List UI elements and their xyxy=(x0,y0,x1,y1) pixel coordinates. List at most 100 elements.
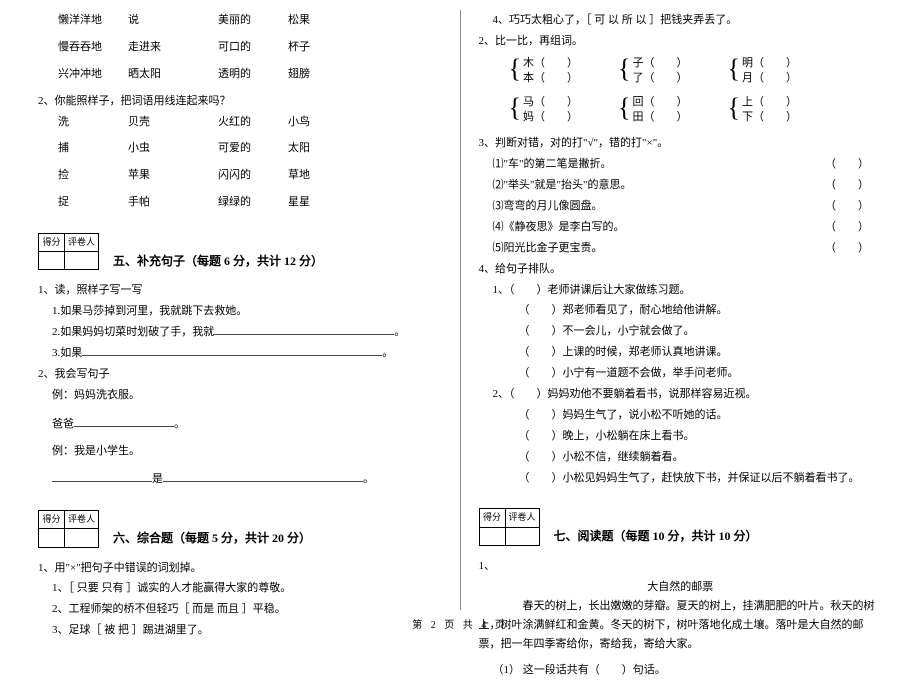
char: 下（ ） xyxy=(742,110,797,125)
score-cell xyxy=(479,527,505,545)
section-5-title: 五、补充句子（每题 6 分，共计 12 分） xyxy=(113,250,323,275)
pair: {子（ ）了（ ） xyxy=(618,56,687,87)
paren: （ ） xyxy=(822,154,872,175)
char: 妈（ ） xyxy=(523,110,578,125)
text: ⑴"车"的第二笔是撇折。 xyxy=(493,154,612,175)
section-6-title: 六、综合题（每题 5 分，共计 20 分） xyxy=(113,527,311,552)
word-row-1: 慢吞吞地 走进来 可口的 杯子 xyxy=(58,37,442,58)
text: 3.如果 xyxy=(52,347,82,359)
cell: 火红的 xyxy=(218,112,288,133)
cell: 贝壳 xyxy=(128,112,218,133)
paren: （ ） xyxy=(822,217,872,238)
brace-icon: { xyxy=(509,56,521,87)
cell: 美丽的 xyxy=(218,10,288,31)
read-num: 1、 xyxy=(479,556,883,577)
cell: 可爱的 xyxy=(218,138,288,159)
match-row-1: 捕 小虫 可爱的 太阳 xyxy=(58,138,442,159)
char: 木（ ） xyxy=(523,56,578,71)
score-cell xyxy=(39,252,65,270)
cell: 晒太阳 xyxy=(128,64,218,85)
q5-2-shi: 是。 xyxy=(52,469,442,490)
section-6-header: 得分评卷人 六、综合题（每题 5 分，共计 20 分） xyxy=(38,500,442,551)
blank xyxy=(163,469,363,482)
sort-item: （ ）上课的时候，郑老师认真地讲课。 xyxy=(519,342,883,363)
q6-1-1: 1、［ 只要 只有 ］诚实的人才能赢得大家的尊敬。 xyxy=(52,578,442,599)
grader-label: 评卷人 xyxy=(65,234,99,252)
text: 是 xyxy=(152,473,163,485)
paren: （ ） xyxy=(822,238,872,259)
text: 爸爸 xyxy=(52,418,74,430)
blank xyxy=(82,343,382,356)
cell: 杯子 xyxy=(288,37,348,58)
cell: 慢吞吞地 xyxy=(58,37,128,58)
score-label: 得分 xyxy=(39,234,65,252)
cell: 闪闪的 xyxy=(218,165,288,186)
q6-1: 1、用"×"把句子中错误的词划掉。 xyxy=(38,558,442,579)
sort-item: （ ）晚上，小松躺在床上看书。 xyxy=(519,426,883,447)
word-row-0: 懒洋洋地 说 美丽的 松果 xyxy=(58,10,442,31)
cell: 走进来 xyxy=(128,37,218,58)
score-label: 得分 xyxy=(39,511,65,529)
match-row-2: 捡 苹果 闪闪的 草地 xyxy=(58,165,442,186)
left-column: 懒洋洋地 说 美丽的 松果 慢吞吞地 走进来 可口的 杯子 兴冲冲地 晒太阳 透… xyxy=(20,10,461,610)
r-q2-head: 2、比一比，再组词。 xyxy=(479,31,883,52)
blank xyxy=(214,322,394,335)
paren: （ ） xyxy=(822,196,872,217)
text: ⑵"举头"就是"抬头"的意思。 xyxy=(493,175,632,196)
judge-item: ⑴"车"的第二笔是撇折。 （ ） xyxy=(493,154,883,175)
cell: 翅膀 xyxy=(288,64,348,85)
score-box: 得分评卷人 xyxy=(38,233,99,270)
paren: （ ） xyxy=(822,175,872,196)
section-5-header: 得分评卷人 五、补充句子（每题 6 分，共计 12 分） xyxy=(38,223,442,274)
sort-1: 1、（ ）老师讲课后让大家做练习题。 xyxy=(493,280,883,301)
sort-item: （ ）小松见妈妈生气了，赶快放下书，并保证以后不躺着看书了。 xyxy=(519,468,883,489)
word-row-2: 兴冲冲地 晒太阳 透明的 翅膀 xyxy=(58,64,442,85)
cell: 星星 xyxy=(288,192,348,213)
pair: {明（ ）月（ ） xyxy=(727,56,796,87)
read-q1: （1） 这一段话共有（ ）句话。 xyxy=(493,660,883,680)
cell: 太阳 xyxy=(288,138,348,159)
char: 子（ ） xyxy=(632,56,687,71)
char: 上（ ） xyxy=(742,95,797,110)
char: 本（ ） xyxy=(523,71,578,86)
text: ⑷《静夜思》是李白写的。 xyxy=(493,217,625,238)
q5-2-ex: 例：妈妈洗衣服。 xyxy=(52,385,442,406)
pair: {回（ ）田（ ） xyxy=(618,95,687,126)
blank xyxy=(52,469,152,482)
sort-item: （ ）妈妈生气了，说小松不听她的话。 xyxy=(519,405,883,426)
pair: {木（ ）本（ ） xyxy=(509,56,578,87)
grader-cell xyxy=(65,252,99,270)
brace-icon: { xyxy=(618,56,630,87)
grader-label: 评卷人 xyxy=(65,511,99,529)
read-body: 春天的树上，长出嫩嫩的芽瓣。夏天的树上，挂满肥肥的叶片。秋天的树上，树叶涂满鲜红… xyxy=(479,597,883,653)
sort-2: 2、（ ）妈妈劝他不要躺着看书，说那样容易近视。 xyxy=(493,384,883,405)
text: ⑶弯弯的月儿像圆盘。 xyxy=(493,196,603,217)
judge-item: ⑶弯弯的月儿像圆盘。 （ ） xyxy=(493,196,883,217)
cell: 手帕 xyxy=(128,192,218,213)
sort-item: （ ）小松不信，继续躺着看。 xyxy=(519,447,883,468)
sort-item: （ ）不一会儿，小宁就会做了。 xyxy=(519,321,883,342)
score-box: 得分评卷人 xyxy=(479,508,540,545)
brace-icon: { xyxy=(618,95,630,126)
cell: 洗 xyxy=(58,112,128,133)
grader-label: 评卷人 xyxy=(505,509,539,527)
brace-icon: { xyxy=(727,95,739,126)
pair: {上（ ）下（ ） xyxy=(727,95,796,126)
cell: 小虫 xyxy=(128,138,218,159)
char: 马（ ） xyxy=(523,95,578,110)
text: ⑸阳光比金子更宝贵。 xyxy=(493,238,603,259)
grader-cell xyxy=(505,527,539,545)
section-7-title: 七、阅读题（每题 10 分，共计 10 分） xyxy=(554,525,758,550)
cell: 绿绿的 xyxy=(218,192,288,213)
r-q4: 4、巧巧太粗心了，［ 可 以 所 以 ］把钱夹弄丢了。 xyxy=(493,10,883,31)
right-column: 4、巧巧太粗心了，［ 可 以 所 以 ］把钱夹弄丢了。 2、比一比，再组词。 {… xyxy=(461,10,901,610)
judge-item: ⑵"举头"就是"抬头"的意思。 （ ） xyxy=(493,175,883,196)
char: 月（ ） xyxy=(742,71,797,86)
r-q3-head: 3、判断对错，对的打"√"，错的打"×"。 xyxy=(479,133,883,154)
judge-item: ⑸阳光比金子更宝贵。 （ ） xyxy=(493,238,883,259)
q5-1-2: 2.如果妈妈切菜时划破了手，我就。 xyxy=(52,322,442,343)
text: 2.如果妈妈切菜时划破了手，我就 xyxy=(52,326,214,338)
grader-cell xyxy=(65,529,99,547)
blank xyxy=(74,414,174,427)
cell: 松果 xyxy=(288,10,348,31)
